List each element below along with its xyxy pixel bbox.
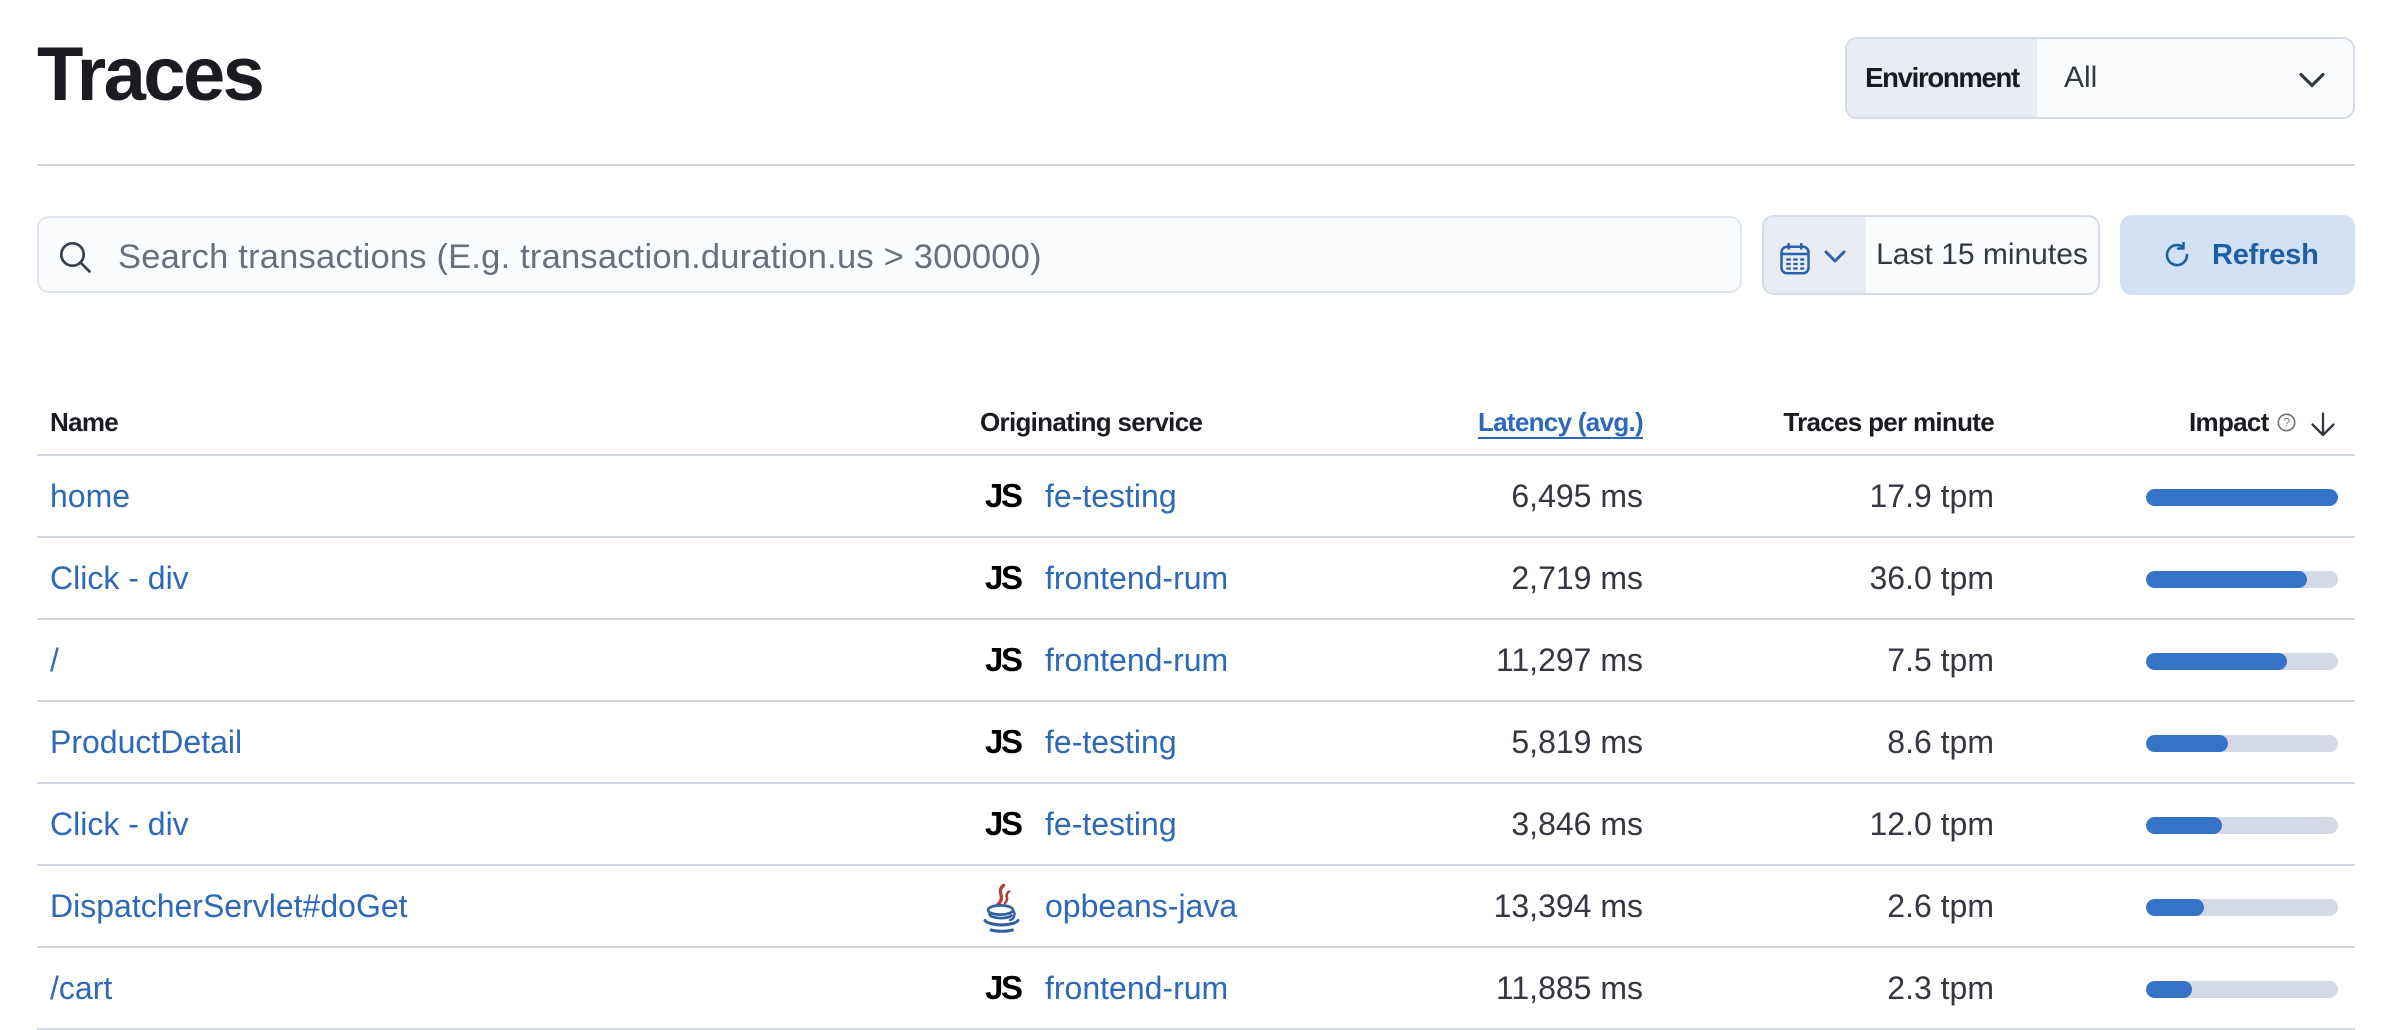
svg-text:?: ?	[2284, 418, 2290, 430]
